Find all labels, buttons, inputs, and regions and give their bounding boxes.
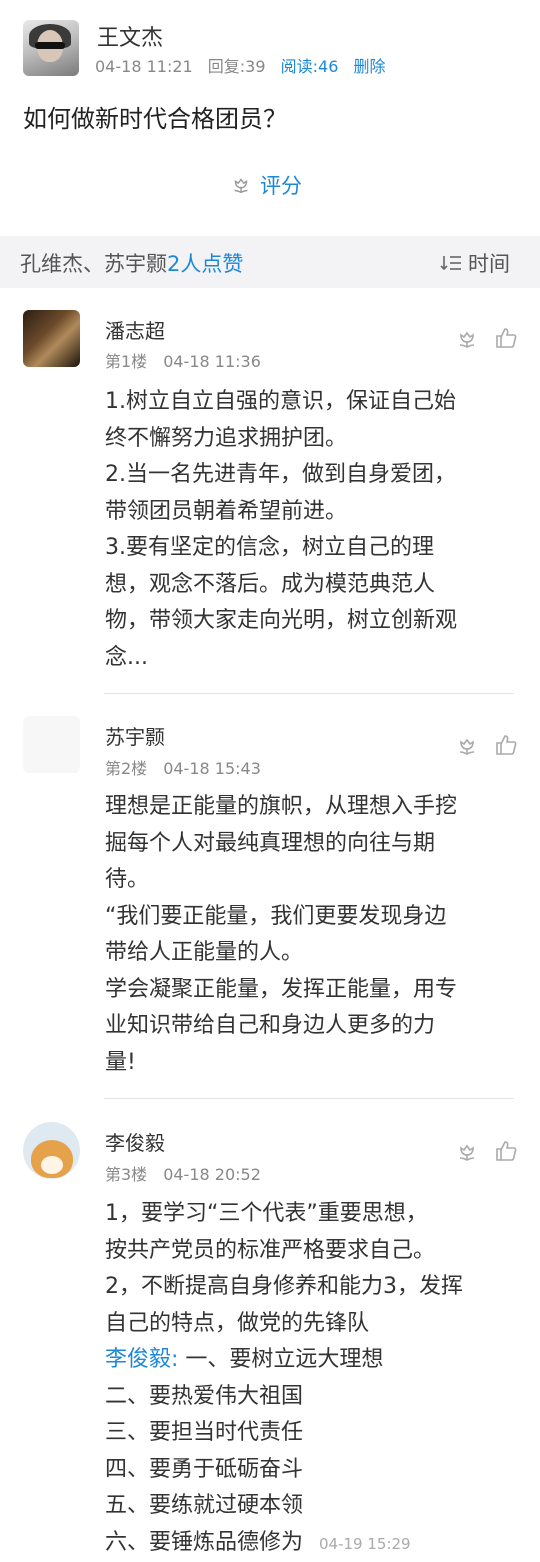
comment-line: 2，不断提高自身修养和能力3，发挥	[105, 1269, 525, 1306]
floor-info: 第2楼 04-18 15:43	[105, 755, 261, 779]
commenter-avatar[interactable]	[23, 716, 80, 773]
comment-line: 2.当一名先进青年，做到自身爱团，	[105, 457, 525, 494]
reply-line: 六、要锤炼品德修为 04-19 15:29	[105, 1525, 525, 1562]
sort-icon	[440, 253, 462, 273]
comment-line: 掘每个人对最纯真理想的向往与期	[105, 826, 525, 863]
reply-author[interactable]: 李俊毅:	[105, 1347, 178, 1372]
comment-divider	[104, 693, 514, 694]
comment-line: 终不懈努力追求拥护团。	[105, 421, 525, 458]
sort-label: 时间	[468, 248, 510, 278]
rate-button[interactable]: 评分	[230, 170, 302, 200]
thumbs-up-icon[interactable]	[494, 733, 518, 757]
reply-last-line: 六、要锤炼品德修为	[105, 1530, 303, 1555]
comment-time: 04-18 11:36	[163, 352, 261, 371]
reply-line: 李俊毅: 一、要树立远大理想	[105, 1342, 525, 1379]
comment-body: 1，要学习“三个代表”重要思想， 按共产党员的标准严格要求自己。 2，不断提高自…	[105, 1196, 525, 1562]
commenter-name[interactable]: 李俊毅	[105, 1127, 165, 1156]
reply-line: 三、要担当时代责任	[105, 1415, 525, 1452]
commenter-avatar[interactable]	[23, 310, 80, 367]
flower-icon	[230, 174, 252, 196]
comment-line: 自己的特点，做党的先锋队	[105, 1306, 525, 1343]
liker-names[interactable]: 孔维杰、苏宇颢	[20, 252, 167, 276]
comment-line: 按共产党员的标准严格要求自己。	[105, 1233, 525, 1270]
commenter-name[interactable]: 苏宇颢	[105, 721, 165, 750]
comment-body: 理想是正能量的旗帜，从理想入手挖 掘每个人对最纯真理想的向往与期 待。 “我们要…	[105, 789, 525, 1081]
comment-line: 念...	[105, 640, 525, 677]
comment-line: 学会凝聚正能量，发挥正能量，用专	[105, 972, 525, 1009]
comment-line: 1，要学习“三个代表”重要思想，	[105, 1196, 525, 1233]
comment-body: 1.树立自立自强的意识，保证自己始 终不懈努力追求拥护团。 2.当一名先进青年，…	[105, 384, 525, 676]
comment-line: 带给人正能量的人。	[105, 935, 525, 972]
comment-line: 1.树立自立自强的意识，保证自己始	[105, 384, 525, 421]
post-date: 04-18 11:21	[95, 57, 193, 76]
comment-time: 04-18 20:52	[163, 1165, 261, 1184]
reply-count: 回复:39	[208, 57, 266, 76]
likers-list: 孔维杰、苏宇颢2人点赞	[20, 248, 243, 278]
like-count[interactable]: 2人点赞	[167, 252, 243, 276]
reply-line: 四、要勇于砥砺奋斗	[105, 1452, 525, 1489]
comment-line: 带领团员朝着希望前进。	[105, 494, 525, 531]
reply-time: 04-19 15:29	[319, 1535, 411, 1553]
comment-line: “我们要正能量，我们更要发现身边	[105, 899, 525, 936]
rate-label: 评分	[260, 170, 302, 200]
floor-number: 第2楼	[105, 759, 147, 778]
flower-icon[interactable]	[455, 734, 479, 758]
floor-info: 第1楼 04-18 11:36	[105, 348, 261, 372]
comment-line: 业知识带给自己和身边人更多的力	[105, 1008, 525, 1045]
reply-line: 五、要练就过硬本领	[105, 1488, 525, 1525]
comment-line: 3.要有坚定的信念，树立自己的理	[105, 530, 525, 567]
comment-line: 物，带领大家走向光明，树立创新观	[105, 603, 525, 640]
post-author-name[interactable]: 王文杰	[97, 20, 163, 52]
flower-icon[interactable]	[455, 327, 479, 351]
delete-link[interactable]: 删除	[354, 57, 386, 76]
comment-line: 待。	[105, 862, 525, 899]
thumbs-up-icon[interactable]	[494, 326, 518, 350]
post-author-avatar[interactable]	[23, 20, 79, 76]
flower-icon[interactable]	[455, 1140, 479, 1164]
comment-line: 量!	[105, 1045, 525, 1082]
comment-line: 理想是正能量的旗帜，从理想入手挖	[105, 789, 525, 826]
comment-time: 04-18 15:43	[163, 759, 261, 778]
sort-button[interactable]: 时间	[440, 248, 510, 278]
commenter-name[interactable]: 潘志超	[105, 315, 165, 344]
post-meta: 04-18 11:21 回复:39 阅读:46 删除	[95, 53, 386, 77]
comment-divider	[104, 1098, 514, 1099]
floor-info: 第3楼 04-18 20:52	[105, 1161, 261, 1185]
post-title: 如何做新时代合格团员？	[23, 99, 287, 134]
read-count: 阅读:46	[281, 57, 339, 76]
floor-number: 第1楼	[105, 352, 147, 371]
reply-first-line: 一、要树立远大理想	[178, 1347, 383, 1372]
reply-line: 二、要热爱伟大祖国	[105, 1379, 525, 1416]
commenter-avatar[interactable]	[23, 1122, 80, 1179]
comment-line: 想，观念不落后。成为模范典范人	[105, 567, 525, 604]
floor-number: 第3楼	[105, 1165, 147, 1184]
thumbs-up-icon[interactable]	[494, 1139, 518, 1163]
